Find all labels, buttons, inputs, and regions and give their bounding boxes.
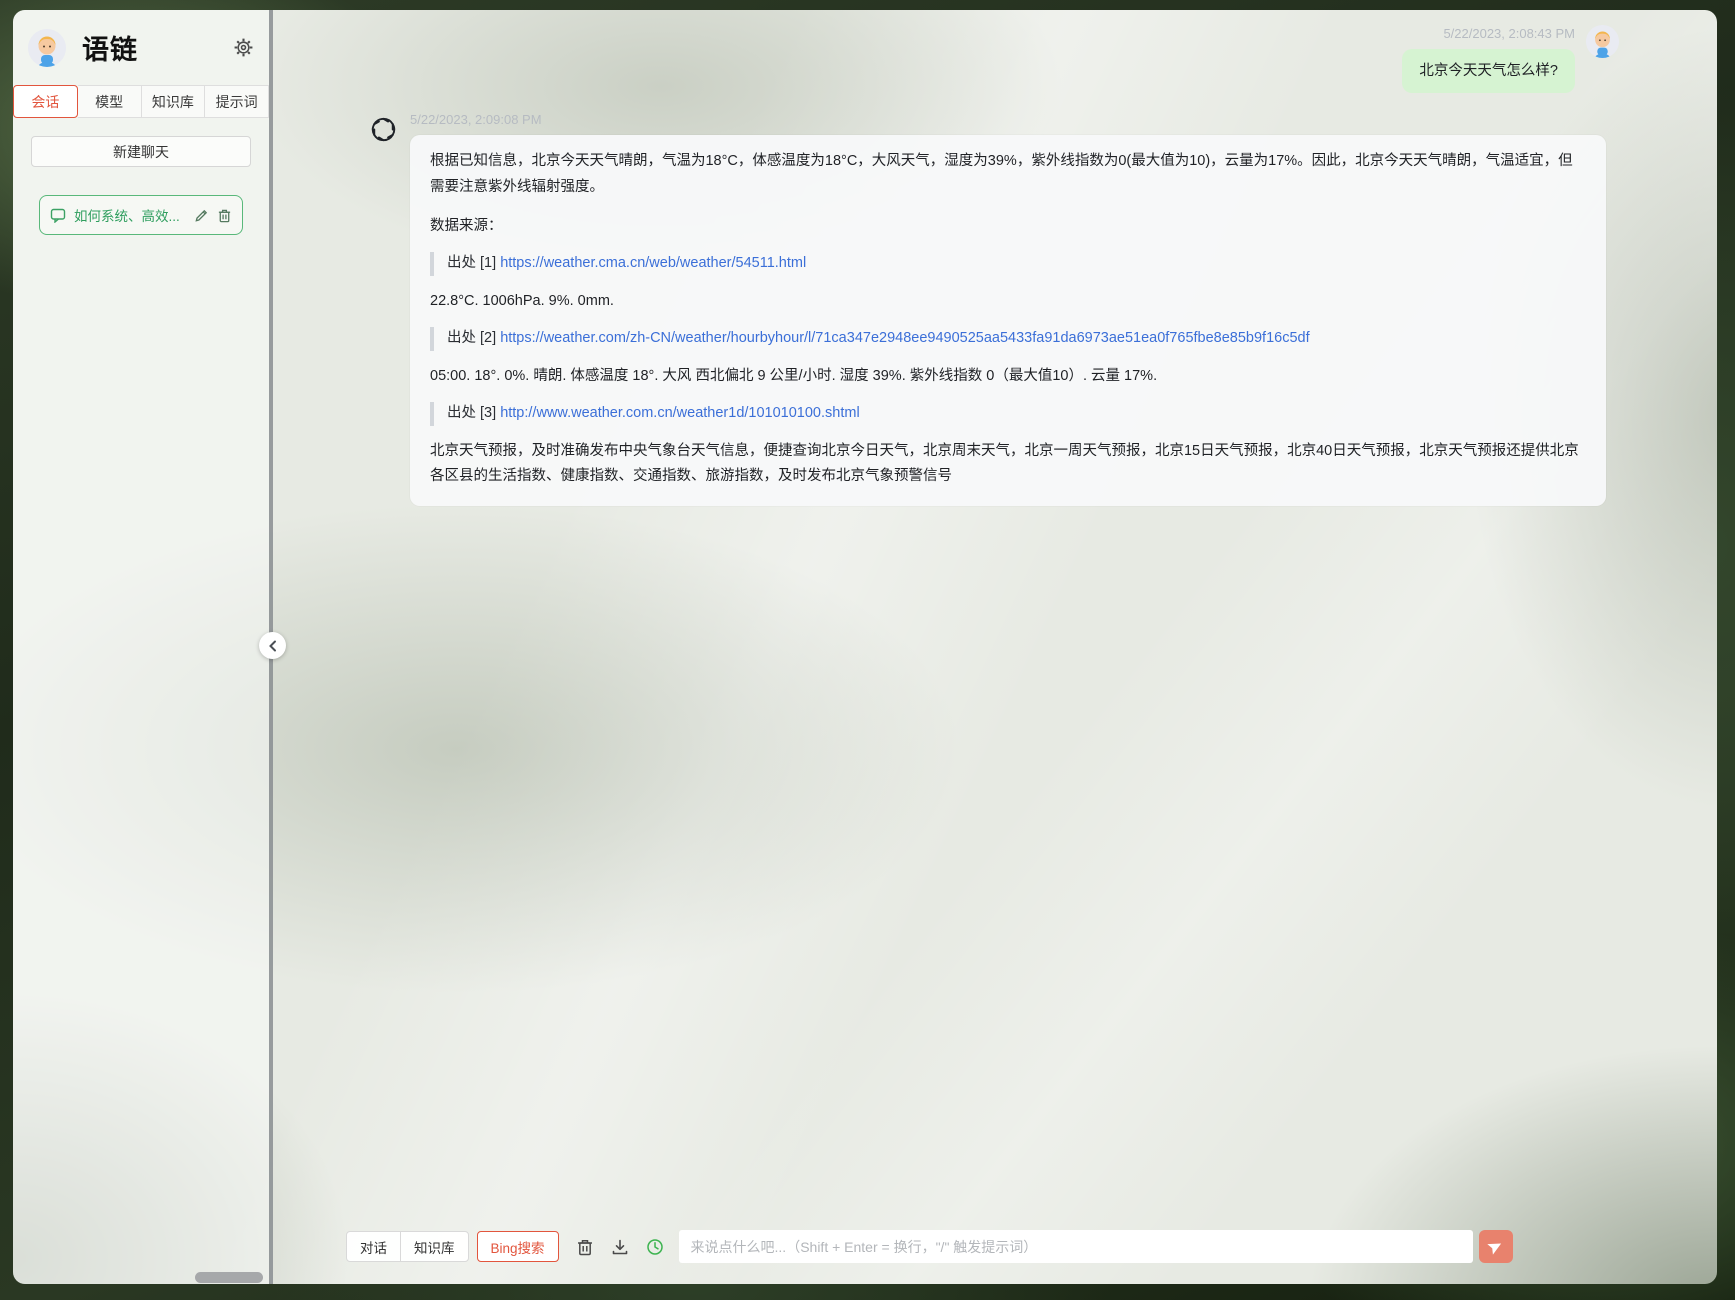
bing-search-button[interactable]: Bing搜索 bbox=[476, 1231, 559, 1262]
settings-gear-icon[interactable] bbox=[234, 38, 253, 57]
mode-knowledge-button[interactable]: 知识库 bbox=[400, 1231, 469, 1262]
chat-area: 5/22/2023, 2:08:43 PM 北京今天天气怎么样? 5/22/20… bbox=[273, 10, 1717, 1284]
new-chat-button[interactable]: 新建聊天 bbox=[31, 136, 251, 167]
download-icon[interactable] bbox=[611, 1238, 629, 1256]
citation-3-link[interactable]: http://www.weather.com.cn/weather1d/1010… bbox=[500, 405, 859, 421]
send-button[interactable] bbox=[1478, 1230, 1513, 1263]
citation-3-snippet: 北京天气预报，及时准确发布中央气象台天气信息，便捷查询北京今日天气，北京周末天气… bbox=[430, 442, 1579, 485]
citation-1: 出处 [1] https://weather.cma.cn/web/weathe… bbox=[430, 252, 1586, 276]
weather-summary-text: 根据已知信息，北京今天天气晴朗，气温为18°C，体感温度为18°C，大风天气，湿… bbox=[430, 153, 1573, 195]
assistant-message-row: 5/22/2023, 2:09:08 PM 根据已知信息，北京今天天气晴朗，气温… bbox=[370, 111, 1606, 507]
sidebar-header: 语链 bbox=[13, 26, 269, 67]
sidebar: 语链 会话 模型 知识库 提示词 新建聊天 如何系统、高效... bbox=[13, 10, 269, 1284]
app-window: 语链 会话 模型 知识库 提示词 新建聊天 如何系统、高效... 5/22/20… bbox=[13, 10, 1717, 1284]
citation-2-label: 出处 [2] bbox=[447, 330, 497, 347]
citation-2-snippet: 05:00. 18°. 0%. 晴朗. 体感温度 18°. 大风 西北偏北 9 … bbox=[430, 367, 1158, 384]
sidebar-collapse-button[interactable] bbox=[259, 632, 286, 659]
composer-toolbar: 对话 知识库 Bing搜索 bbox=[346, 1230, 1513, 1263]
chat-item-title: 如何系统、高效... bbox=[74, 209, 180, 224]
tab-prompts[interactable]: 提示词 bbox=[205, 85, 269, 118]
edit-icon[interactable] bbox=[194, 208, 209, 223]
chat-bubble-icon bbox=[50, 207, 66, 223]
citation-1-label: 出处 [1] bbox=[447, 255, 497, 272]
history-clock-icon[interactable] bbox=[646, 1238, 664, 1256]
delete-icon[interactable] bbox=[217, 208, 232, 223]
citation-2: 出处 [2] https://weather.com/zh-CN/weather… bbox=[430, 327, 1586, 351]
boy-avatar-icon bbox=[28, 28, 66, 67]
citation-1-link[interactable]: https://weather.cma.cn/web/weather/54511… bbox=[500, 255, 806, 271]
user-message-row: 5/22/2023, 2:08:43 PM 北京今天天气怎么样? bbox=[1402, 25, 1619, 94]
tab-knowledge-base[interactable]: 知识库 bbox=[141, 85, 206, 118]
assistant-message-bubble: 根据已知信息，北京今天天气晴朗，气温为18°C，体感温度为18°C，大风天气，湿… bbox=[410, 135, 1606, 507]
assistant-message-timestamp: 5/22/2023, 2:09:08 PM bbox=[410, 112, 542, 127]
message-input[interactable] bbox=[678, 1230, 1473, 1263]
user-avatar bbox=[1586, 25, 1619, 58]
chevron-left-icon bbox=[268, 640, 276, 651]
chat-list-item[interactable]: 如何系统、高效... bbox=[39, 195, 243, 235]
mode-chat-button[interactable]: 对话 bbox=[346, 1231, 401, 1262]
citation-3-label: 出处 [3] bbox=[447, 405, 497, 422]
citation-2-link[interactable]: https://weather.com/zh-CN/weather/hourby… bbox=[500, 330, 1309, 346]
user-message-bubble: 北京今天天气怎么样? bbox=[1402, 49, 1575, 94]
sources-label: 数据来源： bbox=[430, 217, 503, 234]
clear-trash-icon[interactable] bbox=[576, 1238, 594, 1256]
sidebar-scrollbar-thumb[interactable] bbox=[195, 1272, 263, 1283]
send-icon bbox=[1487, 1243, 1502, 1255]
citation-1-snippet: 22.8°C. 1006hPa. 9%. 0mm. bbox=[430, 292, 614, 309]
user-message-timestamp: 5/22/2023, 2:08:43 PM bbox=[1443, 26, 1575, 41]
boy-avatar-icon bbox=[1586, 25, 1619, 58]
sidebar-tabs: 会话 模型 知识库 提示词 bbox=[13, 85, 269, 118]
openai-logo-icon bbox=[370, 116, 397, 148]
app-title: 语链 bbox=[82, 35, 138, 65]
citation-3: 出处 [3] http://www.weather.com.cn/weather… bbox=[430, 402, 1586, 426]
app-avatar bbox=[28, 28, 66, 67]
tab-models[interactable]: 模型 bbox=[77, 85, 142, 118]
tab-conversations[interactable]: 会话 bbox=[13, 85, 78, 118]
